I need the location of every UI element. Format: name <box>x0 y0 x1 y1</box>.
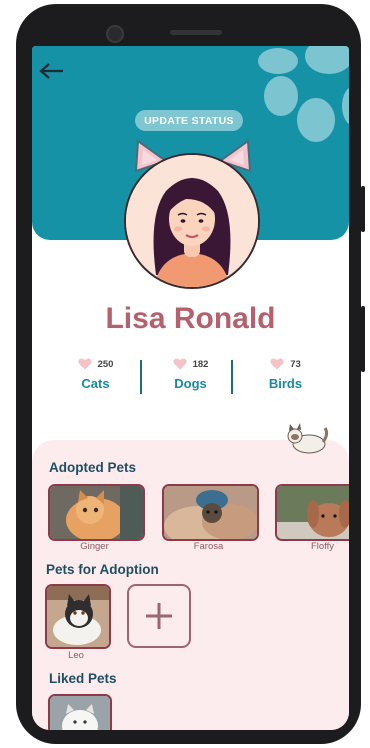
paw-print-icon <box>264 76 298 116</box>
add-pet-button[interactable] <box>127 584 191 648</box>
stat-cats[interactable]: 250 Cats <box>48 358 143 391</box>
pet-card-floffy[interactable] <box>275 484 349 541</box>
cat-icon <box>287 423 329 454</box>
section-title-adopted: Adopted Pets <box>49 460 137 475</box>
back-arrow-icon <box>39 63 63 79</box>
pet-photo-ginger <box>50 486 143 539</box>
avatar-container <box>124 139 260 289</box>
pet-photo-leo <box>47 586 109 647</box>
stat-count: 182 <box>192 358 209 370</box>
profile-name: Lisa Ronald <box>105 302 276 335</box>
stat-divider <box>140 360 142 394</box>
heart-icon <box>270 358 284 370</box>
pet-photo-liked <box>50 696 110 730</box>
pet-photo-floffy <box>277 486 349 539</box>
stat-dogs[interactable]: 182 Dogs <box>143 358 238 391</box>
update-status-button[interactable]: UPDATE STATUS <box>135 110 243 131</box>
section-title-liked: Liked Pets <box>49 671 117 686</box>
pet-name-leo: Leo <box>68 650 84 661</box>
stat-label: Cats <box>81 376 110 391</box>
stat-divider <box>231 360 233 394</box>
pet-name-ginger: Ginger <box>80 541 109 552</box>
app-screen: UPDATE STATUS Lisa Ronald 250 Cats 182 D… <box>32 46 349 730</box>
back-button[interactable] <box>38 60 66 82</box>
heart-icon <box>172 358 187 370</box>
volume-button <box>361 306 365 372</box>
section-title-for-adoption: Pets for Adoption <box>46 562 159 577</box>
power-button <box>361 186 365 232</box>
avatar[interactable] <box>124 153 260 289</box>
pet-card-liked[interactable] <box>48 694 112 730</box>
plus-icon <box>146 603 172 629</box>
stat-birds[interactable]: 73 Birds <box>238 358 333 392</box>
paw-print-icon <box>297 98 335 142</box>
pet-card-ginger[interactable] <box>48 484 145 541</box>
earpiece-speaker <box>170 30 222 35</box>
paw-print-icon <box>258 48 298 74</box>
stat-count: 73 <box>290 358 301 370</box>
avatar-illustration <box>126 155 258 287</box>
stat-label: Dogs <box>174 376 207 391</box>
pet-name-floffy: Floffy <box>310 541 335 552</box>
paw-print-icon <box>342 86 349 126</box>
pet-card-leo[interactable] <box>45 584 111 649</box>
pet-card-farosa[interactable] <box>162 484 259 541</box>
pet-photo-farosa <box>164 486 257 539</box>
pet-name-farosa: Farosa <box>193 541 224 552</box>
paw-print-icon <box>305 46 349 74</box>
heart-icon <box>77 358 92 370</box>
stat-label: Birds <box>268 376 303 391</box>
stat-count: 250 <box>97 358 114 370</box>
front-camera <box>106 25 124 43</box>
